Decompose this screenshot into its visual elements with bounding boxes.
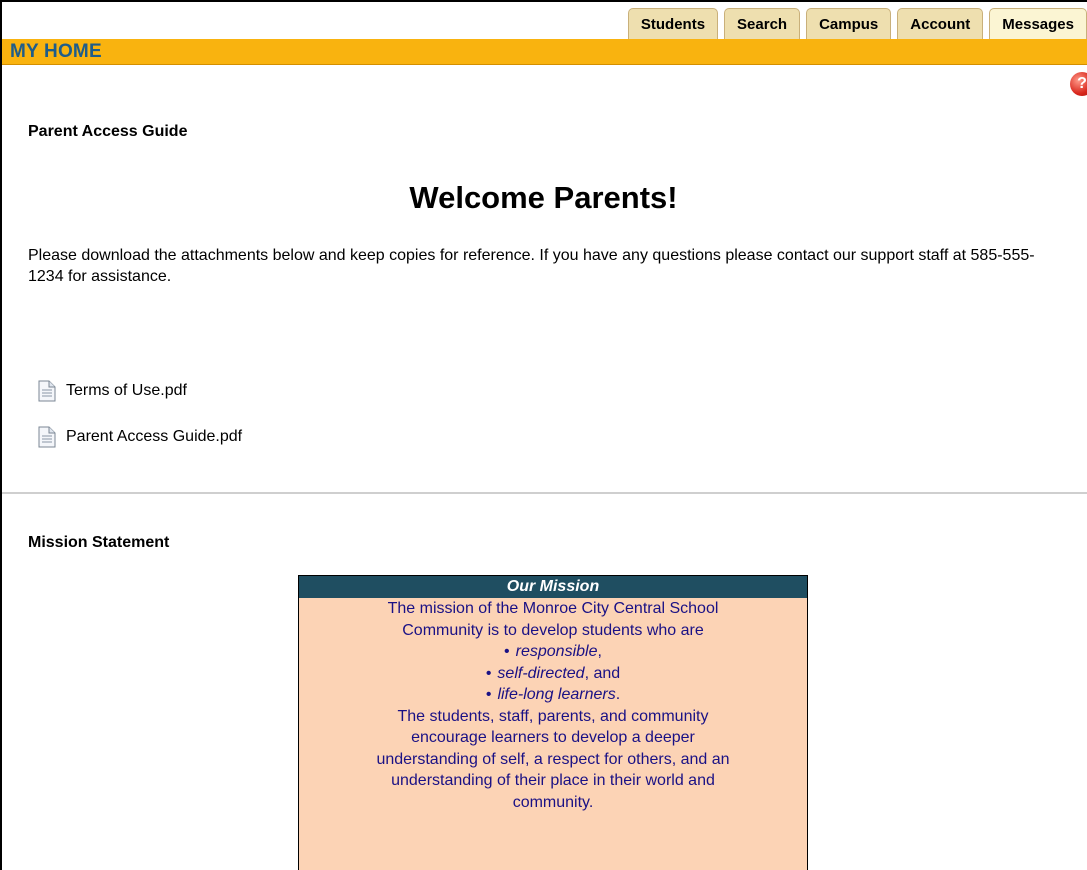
- tab-search[interactable]: Search: [724, 8, 801, 39]
- mission-line: community.: [512, 793, 594, 811]
- mission-line: encourage learners to develop a deeper: [411, 729, 695, 746]
- mission-line: understanding of their place in their wo…: [391, 772, 715, 789]
- mission-bullet: • life-long learners.: [485, 686, 621, 703]
- help-icon[interactable]: ?: [1070, 72, 1087, 96]
- tab-account[interactable]: Account: [897, 8, 984, 39]
- mission-box-title: Our Mission: [299, 576, 807, 598]
- tab-students[interactable]: Students: [627, 8, 719, 39]
- mission-line: The mission of the Monroe City Central S…: [387, 600, 719, 617]
- welcome-heading: Welcome Parents!: [409, 180, 678, 215]
- mission-line: understanding of self, a respect for oth…: [376, 750, 730, 768]
- attachment-link-guide[interactable]: Parent Access Guide.pdf: [36, 426, 242, 448]
- mission-bullet: • responsible,: [504, 643, 602, 660]
- mission-bullet: • self-directed, and: [485, 664, 621, 682]
- document-icon: [38, 426, 56, 448]
- tab-messages[interactable]: Messages: [989, 8, 1087, 39]
- top-tabs: Students Search Campus Account Messages: [622, 8, 1087, 39]
- tab-campus[interactable]: Campus: [806, 8, 892, 39]
- attachment-name[interactable]: Terms of Use.pdf: [66, 382, 187, 400]
- mission-line: The students, staff, parents, and commun…: [397, 707, 709, 725]
- section-divider: [2, 492, 1087, 494]
- mission-line: Community is to develop students who are: [402, 621, 704, 639]
- document-icon: [38, 380, 56, 402]
- attachment-link-terms[interactable]: Terms of Use.pdf: [36, 380, 187, 402]
- page-title: MY HOME: [10, 41, 102, 62]
- mission-section-title: Mission Statement: [28, 534, 170, 551]
- home-bar: MY HOME: [2, 39, 1087, 65]
- intro-text: Please download the attachments below an…: [28, 247, 1035, 285]
- attachment-name[interactable]: Parent Access Guide.pdf: [66, 428, 242, 446]
- guide-section-title: Parent Access Guide: [28, 123, 188, 140]
- mission-box: Our Mission The mission of the Monroe Ci…: [298, 575, 808, 870]
- mission-list: • responsible, • self-directed, and • life-…: [299, 641, 807, 706]
